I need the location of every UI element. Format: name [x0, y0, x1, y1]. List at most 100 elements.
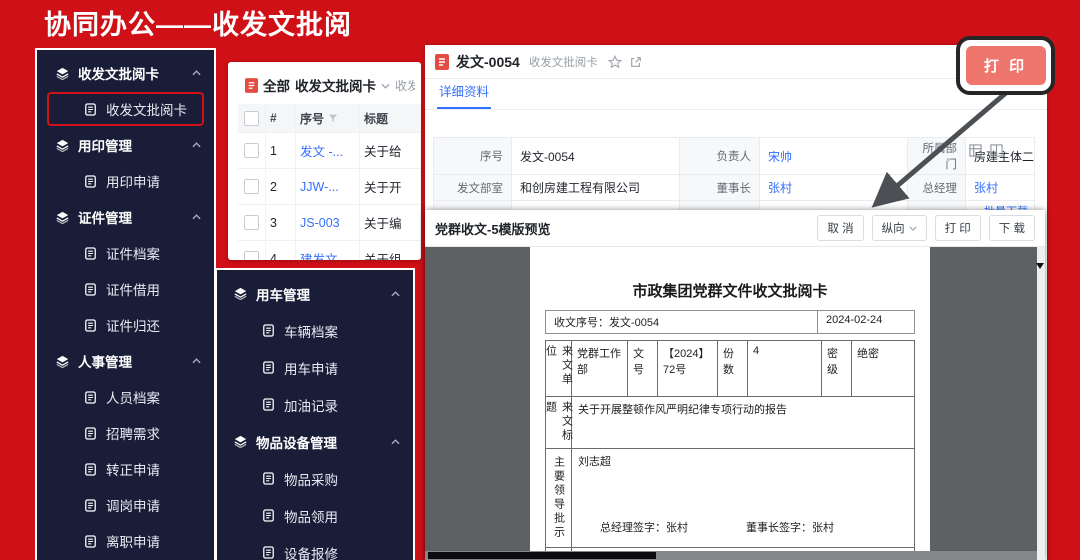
sidebar-item-9[interactable]: 人员档案 — [37, 379, 214, 415]
chevron-up-icon[interactable] — [391, 439, 400, 445]
row-serial-link[interactable]: JS-003 — [296, 205, 360, 240]
row-serial-link[interactable]: 发文 -... — [296, 133, 360, 168]
chevron-up-icon[interactable] — [391, 291, 400, 297]
sidebar-mid: 用车管理车辆档案用车申请加油记录物品设备管理物品采购物品领用设备报修 — [215, 268, 415, 560]
open-in-new-icon[interactable] — [630, 56, 642, 68]
sidebar-item-3[interactable]: 加油记录 — [217, 386, 413, 423]
row-serial-link[interactable]: JJW-... — [296, 169, 360, 204]
sidebar-label: 收发文批阅卡 — [106, 99, 187, 119]
modal-download-button[interactable]: 下 载 — [989, 215, 1035, 241]
sidebar-group-4[interactable]: 证件管理 — [37, 199, 214, 235]
vertical-scrollbar[interactable] — [1037, 247, 1045, 560]
sidebar-item-2[interactable]: 用车申请 — [217, 349, 413, 386]
badge-icon — [83, 535, 97, 548]
chevron-down-icon — [909, 226, 917, 231]
sidebar-item-5[interactable]: 物品采购 — [217, 460, 413, 497]
field-label: 董事长 — [680, 175, 760, 201]
template-preview-modal: 党群收文-5模版预览 取 消纵向打 印下 载 市政集团党群文件收文批阅卡 收文序… — [425, 210, 1045, 560]
scroll-down-arrow[interactable] — [1036, 263, 1044, 269]
sidebar-item-10[interactable]: 招聘需求 — [37, 415, 214, 451]
sidebar-label: 人员档案 — [106, 387, 160, 407]
sidebar-group-4[interactable]: 物品设备管理 — [217, 423, 413, 460]
flag-icon — [261, 398, 275, 411]
sidebar-item-7[interactable]: 设备报修 — [217, 534, 413, 560]
card-icon — [83, 499, 97, 512]
row-serial-link[interactable]: 建发文... — [296, 241, 360, 260]
clipboard-icon — [83, 175, 97, 188]
scrollbar-thumb[interactable] — [428, 552, 656, 559]
list-title[interactable]: 收发文批阅卡 — [295, 75, 376, 95]
table-view-icon[interactable] — [969, 144, 982, 162]
sidebar-label: 物品领用 — [284, 506, 338, 526]
chevron-down-icon[interactable] — [381, 76, 390, 94]
target-icon — [83, 427, 97, 440]
doc-id: 发文-0054 — [456, 52, 520, 72]
field-value: 和创房建工程有限公司 — [512, 175, 680, 201]
chevron-up-icon[interactable] — [192, 358, 201, 364]
sidebar-item-1[interactable]: 收发文批阅卡 — [47, 92, 204, 126]
sidebar-group-0[interactable]: 收发文批阅卡 — [37, 55, 214, 91]
chevron-up-icon[interactable] — [192, 214, 201, 220]
tab-details[interactable]: 详细资料 — [437, 81, 491, 109]
cancel-button[interactable]: 取 消 — [817, 215, 863, 241]
tool-icon — [261, 546, 275, 559]
sidebar-group-8[interactable]: 人事管理 — [37, 343, 214, 379]
row-checkbox[interactable] — [244, 179, 259, 194]
chevron-up-icon[interactable] — [192, 70, 201, 76]
owner-link[interactable]: 宋帅 — [760, 138, 908, 175]
clipboard-icon — [83, 283, 97, 296]
calendar-icon — [261, 361, 275, 374]
sidebar-label: 用车管理 — [256, 284, 310, 304]
sidebar-item-6[interactable]: 物品领用 — [217, 497, 413, 534]
row-checkbox[interactable] — [244, 251, 259, 260]
sidebar-item-7[interactable]: 证件归还 — [37, 307, 214, 343]
sidebar-label: 车辆档案 — [284, 321, 338, 341]
orientation-select[interactable]: 纵向 — [872, 215, 927, 241]
horizontal-scrollbar[interactable] — [425, 551, 1037, 560]
paper-serial: 收文序号：发文-0054 — [546, 311, 818, 333]
star-icon[interactable] — [608, 55, 622, 69]
chevron-up-icon[interactable] — [192, 142, 201, 148]
field-label: 发文部室 — [434, 175, 512, 201]
layers-icon — [233, 435, 247, 448]
list-scope[interactable]: 全部 — [263, 75, 290, 95]
table-row[interactable]: 2JJW-...关于开 — [238, 169, 421, 205]
sidebar-item-11[interactable]: 转正申请 — [37, 451, 214, 487]
board-view-icon[interactable] — [990, 144, 1003, 162]
sidebar-label: 证件借用 — [106, 279, 160, 299]
row-checkbox[interactable] — [244, 143, 259, 158]
sidebar-label: 人事管理 — [78, 351, 132, 371]
chairman-link[interactable]: 张村 — [760, 175, 908, 201]
sidebar-group-2[interactable]: 用印管理 — [37, 127, 214, 163]
sidebar-item-13[interactable]: 离职申请 — [37, 523, 214, 559]
gm-link[interactable]: 张村 — [966, 175, 1035, 201]
row-num: 1 — [266, 133, 296, 168]
select-all-checkbox[interactable] — [244, 111, 259, 126]
col-serial[interactable]: 序号 — [296, 104, 360, 132]
field-label: 总经理 — [908, 175, 966, 201]
col-title[interactable]: 标题 — [360, 104, 421, 132]
sidebar-item-12[interactable]: 调岗申请 — [37, 487, 214, 523]
sidebar-label: 证件档案 — [106, 243, 160, 263]
sidebar-item-1[interactable]: 车辆档案 — [217, 312, 413, 349]
sidebar-item-3[interactable]: 用印申请 — [37, 163, 214, 199]
filter-icon[interactable] — [328, 113, 338, 123]
layers-icon — [55, 67, 69, 80]
sidebar-item-5[interactable]: 证件档案 — [37, 235, 214, 271]
row-num: 4 — [266, 241, 296, 260]
gm-signature: 总经理签字：张村 — [600, 519, 688, 535]
sidebar-label: 证件管理 — [78, 207, 132, 227]
table-row[interactable]: 3JS-003关于编 — [238, 205, 421, 241]
document-preview-paper: 市政集团党群文件收文批阅卡 收文序号：发文-0054 2024-02-24 来文… — [530, 247, 930, 560]
modal-print-button[interactable]: 打 印 — [935, 215, 981, 241]
print-button[interactable]: 打 印 — [966, 46, 1046, 85]
briefcase-icon — [83, 463, 97, 476]
sidebar-group-0[interactable]: 用车管理 — [217, 275, 413, 312]
sidebar-label: 用车申请 — [284, 358, 338, 378]
review-card-list-panel: 全部 收发文批阅卡 收发文 # 序号 标题 1发文 -...关于给2JJW-..… — [228, 62, 421, 260]
modal-title: 党群收文-5模版预览 — [435, 219, 551, 238]
row-checkbox[interactable] — [244, 215, 259, 230]
table-row[interactable]: 1发文 -...关于给 — [238, 133, 421, 169]
sidebar-item-6[interactable]: 证件借用 — [37, 271, 214, 307]
table-row[interactable]: 4建发文...关于组 — [238, 241, 421, 260]
